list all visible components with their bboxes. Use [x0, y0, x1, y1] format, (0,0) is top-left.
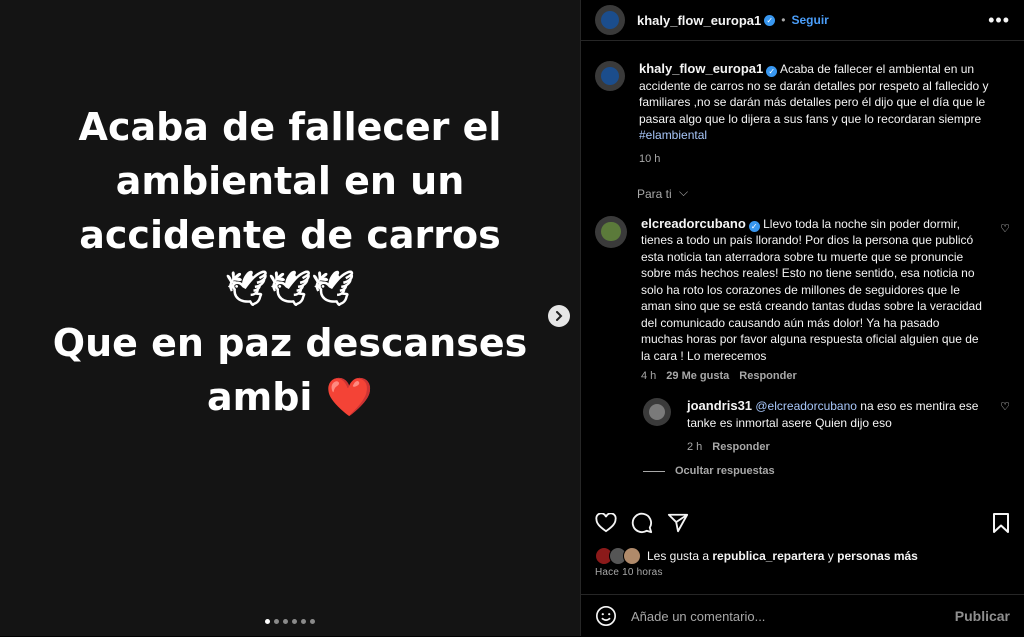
emoji-button[interactable] [595, 605, 617, 627]
comment-sort-filter[interactable]: Para ti ⌵ [581, 184, 1024, 202]
avatar-image [601, 11, 619, 29]
likes-user[interactable]: republica_repartera [712, 549, 824, 563]
comment-message: Llevo toda la noche sin poder dormir, ti… [641, 216, 982, 363]
comment-reply-button[interactable]: Responder [739, 370, 796, 382]
more-options-icon[interactable]: ••• [988, 10, 1010, 31]
save-button[interactable] [992, 512, 1010, 534]
comment-input[interactable] [629, 607, 955, 625]
separator-dot: • [781, 13, 786, 27]
carousel-dot [292, 619, 297, 624]
hide-replies-button[interactable]: Ocultar respuestas [581, 465, 1024, 477]
post-header: khaly_flow_europa1 ✓ • Seguir ••• [581, 0, 1024, 41]
comment-composer: Publicar [581, 594, 1024, 637]
sort-label: Para ti [637, 186, 672, 201]
like-comment-icon[interactable]: ♡ [1000, 222, 1010, 235]
avatar-image [648, 403, 666, 421]
comment-icon [631, 512, 653, 534]
comment-button[interactable] [631, 512, 653, 534]
avatar[interactable] [595, 5, 625, 35]
verified-badge-icon: ✓ [748, 220, 760, 232]
story-line-3: accidente de carros [79, 213, 501, 257]
send-icon [667, 513, 689, 533]
reply-body: joandris31 @elcreadorcubano na eso es me… [687, 398, 984, 453]
story-line-5-text: ambi [206, 375, 313, 419]
like-reply-icon[interactable]: ♡ [1000, 400, 1010, 413]
reply-item: joandris31 @elcreadorcubano na eso es me… [581, 398, 1024, 453]
story-line-2: ambiental en un [115, 159, 465, 203]
carousel-next-button[interactable] [548, 305, 570, 327]
verified-badge-icon: ✓ [764, 14, 776, 26]
post-viewer: Acaba de fallecer el ambiental en un acc… [0, 0, 1024, 636]
caption-username[interactable]: khaly_flow_europa1 [639, 61, 763, 76]
chevron-right-icon [556, 311, 563, 321]
story-line-4: Que en paz descanses [52, 321, 528, 365]
heart-icon [595, 513, 617, 533]
hashtag-link[interactable]: #elambiental [639, 128, 707, 142]
liker-avatars [595, 547, 641, 565]
follow-button[interactable]: Seguir [791, 13, 828, 27]
reply-time: 2 h [687, 441, 703, 453]
likes-others[interactable]: personas más [837, 549, 918, 563]
reply-reply-button[interactable]: Responder [712, 441, 769, 453]
comment-item: elcreadorcubano ✓ Llevo toda la noche sin… [581, 215, 1024, 383]
comments-panel: khaly_flow_europa1 ✓ • Seguir ••• khaly_… [580, 0, 1024, 636]
heart-emoji: ❤️ [325, 375, 374, 419]
comment-body: elcreadorcubano ✓ Llevo toda la noche sin… [641, 216, 984, 383]
post-media[interactable]: Acaba de fallecer el ambiental en un acc… [0, 0, 580, 636]
reply-username[interactable]: joandris31 [687, 398, 752, 413]
reply-meta: 2 h Responder [687, 441, 984, 453]
like-button[interactable] [595, 513, 617, 533]
avatar-image [601, 67, 619, 85]
carousel-dot [301, 619, 306, 624]
reply-mention[interactable]: @elcreadorcubano [755, 399, 857, 413]
divider [643, 470, 665, 472]
post-actions [595, 510, 1010, 536]
caption-body: khaly_flow_europa1 ✓ Acaba de fallecer el… [639, 61, 1010, 165]
caption-time: 10 h [639, 152, 661, 165]
header-username[interactable]: khaly_flow_europa1 [637, 13, 761, 28]
caption-avatar[interactable] [595, 61, 625, 91]
story-line-5: ambi ❤️ [0, 370, 580, 424]
likes-summary[interactable]: Les gusta a republica_repartera y person… [595, 547, 1010, 565]
comment-likes[interactable]: 29 Me gusta [666, 370, 729, 382]
caption-meta: 10 h [639, 153, 1010, 165]
post-timestamp: Hace 10 horas [595, 567, 663, 578]
liker-avatar [623, 547, 641, 565]
publish-button[interactable]: Publicar [955, 608, 1010, 624]
comment-avatar[interactable] [595, 215, 627, 248]
caption-text: khaly_flow_europa1 ✓ Acaba de fallecer el… [639, 61, 1010, 144]
reply-text: joandris31 @elcreadorcubano na eso es me… [687, 398, 984, 431]
share-button[interactable] [667, 512, 689, 534]
story-line-1: Acaba de fallecer el [78, 105, 502, 149]
emoji-icon [596, 606, 616, 626]
comments-scroll[interactable]: khaly_flow_europa1 ✓ Acaba de fallecer el… [581, 41, 1024, 496]
comment-username[interactable]: elcreadorcubano [641, 216, 746, 231]
dove-emojis: 🕊🕊🕊 [225, 269, 355, 309]
reply-avatar[interactable] [643, 398, 671, 426]
carousel-dots [0, 619, 580, 624]
hide-replies-label: Ocultar respuestas [675, 465, 775, 477]
verified-badge-icon: ✓ [766, 66, 778, 77]
comment-text: elcreadorcubano ✓ Llevo toda la noche sin… [641, 216, 984, 365]
carousel-dot [310, 619, 315, 624]
avatar-image [601, 221, 621, 242]
comment-time: 4 h [641, 370, 657, 382]
chevron-down-icon: ⌵ [679, 184, 689, 199]
carousel-dot [283, 619, 288, 624]
likes-conj: y [827, 549, 834, 563]
comment-meta: 4 h 29 Me gusta Responder [641, 370, 984, 382]
story-text: Acaba de fallecer el ambiental en un acc… [0, 100, 580, 424]
carousel-dot [274, 619, 279, 624]
likes-prefix: Les gusta a [647, 549, 710, 563]
carousel-dot [265, 619, 270, 624]
bookmark-icon [993, 513, 1009, 533]
caption: khaly_flow_europa1 ✓ Acaba de fallecer el… [581, 41, 1024, 165]
